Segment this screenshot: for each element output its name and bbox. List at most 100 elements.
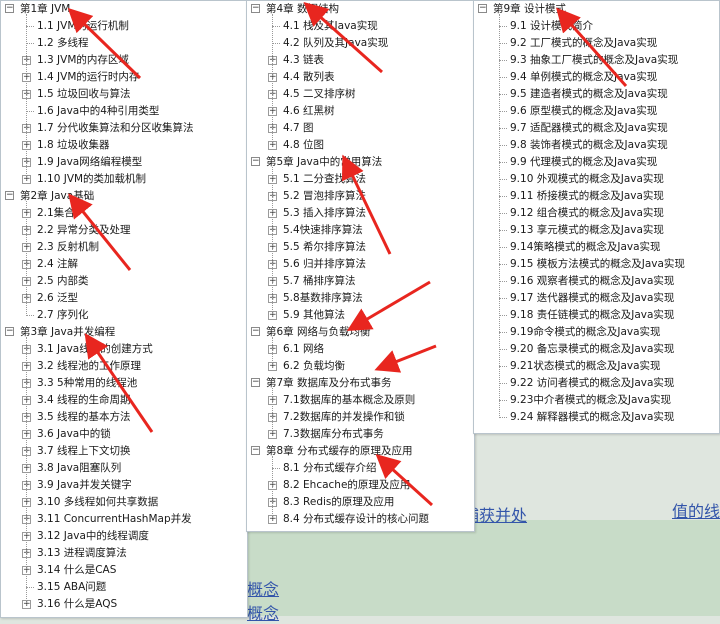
tree-item[interactable]: +2.6 泛型 <box>1 290 247 307</box>
tree-item[interactable]: +3.8 Java阻塞队列 <box>1 460 247 477</box>
tree-item[interactable]: +3.9 Java并发关键字 <box>1 477 247 494</box>
tree-chapter-item[interactable]: − 第9章 设计模式 <box>474 1 719 18</box>
tree-item[interactable]: 9.16 观察者模式的概念及Java实现 <box>474 273 719 290</box>
tree-item[interactable]: +5.2 冒泡排序算法 <box>247 188 474 205</box>
tree-item[interactable]: 9.22 访问者模式的概念及Java实现 <box>474 375 719 392</box>
tree-item[interactable]: 9.11 桥接模式的概念及Java实现 <box>474 188 719 205</box>
tree-item[interactable]: 9.1 设计模式简介 <box>474 18 719 35</box>
tree-item[interactable]: +3.16 什么是AQS <box>1 596 247 613</box>
tree-item[interactable]: +3.4 线程的生命周期 <box>1 392 247 409</box>
tree-chapter-item[interactable]: − 第8章 分布式缓存的原理及应用 <box>247 443 474 460</box>
tree-item[interactable]: 9.7 适配器模式的概念及Java实现 <box>474 120 719 137</box>
tree-item[interactable]: +5.3 插入排序算法 <box>247 205 474 222</box>
tree-item[interactable]: 4.1 栈及其Java实现 <box>247 18 474 35</box>
tree-item[interactable]: +4.6 红黑树 <box>247 103 474 120</box>
tree-item[interactable]: +6.1 网络 <box>247 341 474 358</box>
tree-item[interactable]: 9.4 单例模式的概念及Java实现 <box>474 69 719 86</box>
tree-item[interactable]: +1.3 JVM的内存区域 <box>1 52 247 69</box>
tree-chapter-item[interactable]: − 第6章 网络与负载均衡 <box>247 324 474 341</box>
tree-item[interactable]: +1.9 Java网络编程模型 <box>1 154 247 171</box>
tree-item[interactable]: +1.8 垃圾收集器 <box>1 137 247 154</box>
tree-item[interactable]: +4.7 图 <box>247 120 474 137</box>
tree-item[interactable]: 9.9 代理模式的概念及Java实现 <box>474 154 719 171</box>
tree-item[interactable]: +3.11 ConcurrentHashMap并发 <box>1 511 247 528</box>
tree-item[interactable]: +5.6 归并排序算法 <box>247 256 474 273</box>
tree-item[interactable]: +7.2数据库的并发操作和锁 <box>247 409 474 426</box>
collapse-toggle-icon[interactable]: − <box>5 4 14 13</box>
tree-item[interactable]: 9.20 备忘录模式的概念及Java实现 <box>474 341 719 358</box>
tree-item[interactable]: +1.4 JVM的运行时内存 <box>1 69 247 86</box>
collapse-toggle-icon[interactable]: − <box>251 446 260 455</box>
tree-item[interactable]: 9.18 责任链模式的概念及Java实现 <box>474 307 719 324</box>
tree-item[interactable]: 1.2 多线程 <box>1 35 247 52</box>
tree-chapter-item[interactable]: − 第5章 Java中的常用算法 <box>247 154 474 171</box>
tree-chapter-item[interactable]: − 第7章 数据库及分布式事务 <box>247 375 474 392</box>
tree-item[interactable]: +4.4 散列表 <box>247 69 474 86</box>
collapse-toggle-icon[interactable]: − <box>5 327 14 336</box>
tree-item[interactable]: +8.4 分布式缓存设计的核心问题 <box>247 511 474 528</box>
background-link-3[interactable]: 概念 <box>247 576 279 600</box>
tree-item[interactable]: 9.23中介者模式的概念及Java实现 <box>474 392 719 409</box>
tree-item[interactable]: +4.5 二叉排序树 <box>247 86 474 103</box>
tree-item[interactable]: 9.10 外观模式的概念及Java实现 <box>474 171 719 188</box>
tree-item[interactable]: +3.6 Java中的锁 <box>1 426 247 443</box>
collapse-toggle-icon[interactable]: − <box>251 327 260 336</box>
tree-item[interactable]: 9.13 享元模式的概念及Java实现 <box>474 222 719 239</box>
collapse-toggle-icon[interactable]: − <box>478 4 487 13</box>
tree-item[interactable]: 9.5 建造者模式的概念及Java实现 <box>474 86 719 103</box>
tree-item[interactable]: 4.2 队列及其Java实现 <box>247 35 474 52</box>
tree-item[interactable]: +5.4快速排序算法 <box>247 222 474 239</box>
tree-item[interactable]: 9.21状态模式的概念及Java实现 <box>474 358 719 375</box>
tree-item[interactable]: +1.7 分代收集算法和分区收集算法 <box>1 120 247 137</box>
tree-item[interactable]: +3.10 多线程如何共享数据 <box>1 494 247 511</box>
tree-chapter-item[interactable]: − 第3章 Java并发编程 <box>1 324 247 341</box>
tree-item[interactable]: +3.3 5种常用的线程池 <box>1 375 247 392</box>
tree-chapter-item[interactable]: − 第1章 JVM <box>1 1 247 18</box>
background-link-2[interactable]: 值的线 <box>672 498 720 522</box>
tree-item[interactable]: +5.1 二分查找算法 <box>247 171 474 188</box>
tree-item[interactable]: +7.3数据库分布式事务 <box>247 426 474 443</box>
background-link-4[interactable]: 概念 <box>247 600 279 624</box>
tree-item[interactable]: +3.12 Java中的线程调度 <box>1 528 247 545</box>
tree-item[interactable]: +2.3 反射机制 <box>1 239 247 256</box>
tree-item[interactable]: 2.7 序列化 <box>1 307 247 324</box>
tree-item[interactable]: 9.19命令模式的概念及Java实现 <box>474 324 719 341</box>
tree-item[interactable]: +5.7 桶排序算法 <box>247 273 474 290</box>
collapse-toggle-icon[interactable]: − <box>5 191 14 200</box>
tree-item[interactable]: +2.5 内部类 <box>1 273 247 290</box>
tree-item[interactable]: +8.3 Redis的原理及应用 <box>247 494 474 511</box>
tree-item[interactable]: 9.14策略模式的概念及Java实现 <box>474 239 719 256</box>
tree-item[interactable]: 9.6 原型模式的概念及Java实现 <box>474 103 719 120</box>
tree-item[interactable]: +1.10 JVM的类加载机制 <box>1 171 247 188</box>
tree-item[interactable]: +8.2 Ehcache的原理及应用 <box>247 477 474 494</box>
tree-item[interactable]: +2.1集合 <box>1 205 247 222</box>
tree-item[interactable]: +2.4 注解 <box>1 256 247 273</box>
tree-item[interactable]: +3.13 进程调度算法 <box>1 545 247 562</box>
tree-item[interactable]: +5.9 其他算法 <box>247 307 474 324</box>
tree-item[interactable]: 9.2 工厂模式的概念及Java实现 <box>474 35 719 52</box>
collapse-toggle-icon[interactable]: − <box>251 157 260 166</box>
tree-item[interactable]: 9.12 组合模式的概念及Java实现 <box>474 205 719 222</box>
tree-chapter-item[interactable]: − 第4章 数据结构 <box>247 1 474 18</box>
tree-item[interactable]: +4.3 链表 <box>247 52 474 69</box>
tree-item[interactable]: +1.5 垃圾回收与算法 <box>1 86 247 103</box>
tree-item[interactable]: +3.7 线程上下文切换 <box>1 443 247 460</box>
tree-item[interactable]: +5.5 希尔排序算法 <box>247 239 474 256</box>
tree-item[interactable]: 9.15 模板方法模式的概念及Java实现 <box>474 256 719 273</box>
tree-item[interactable]: 1.6 Java中的4种引用类型 <box>1 103 247 120</box>
tree-item[interactable]: +7.1数据库的基本概念及原则 <box>247 392 474 409</box>
tree-item[interactable]: 1.1 JVM的运行机制 <box>1 18 247 35</box>
tree-item[interactable]: +3.2 线程池的工作原理 <box>1 358 247 375</box>
tree-item[interactable]: 9.3 抽象工厂模式的概念及Java实现 <box>474 52 719 69</box>
tree-item[interactable]: 9.8 装饰者模式的概念及Java实现 <box>474 137 719 154</box>
tree-item[interactable]: +4.8 位图 <box>247 137 474 154</box>
tree-item[interactable]: 8.1 分布式缓存介绍 <box>247 460 474 477</box>
tree-item[interactable]: +3.5 线程的基本方法 <box>1 409 247 426</box>
tree-item[interactable]: +5.8基数排序算法 <box>247 290 474 307</box>
tree-item[interactable]: 3.15 ABA问题 <box>1 579 247 596</box>
tree-item[interactable]: +6.2 负载均衡 <box>247 358 474 375</box>
tree-chapter-item[interactable]: − 第2章 Java基础 <box>1 188 247 205</box>
tree-item[interactable]: +3.1 Java线程的创建方式 <box>1 341 247 358</box>
tree-item[interactable]: 9.17 迭代器模式的概念及Java实现 <box>474 290 719 307</box>
collapse-toggle-icon[interactable]: − <box>251 4 260 13</box>
